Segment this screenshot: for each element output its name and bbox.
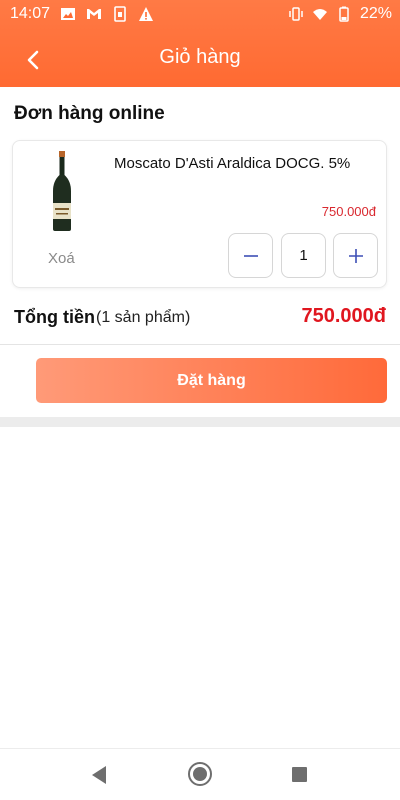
place-order-button[interactable]: Đặt hàng <box>36 358 387 403</box>
quantity-input[interactable]: 1 <box>281 233 326 278</box>
gmail-icon <box>87 9 101 19</box>
system-navigation-bar <box>0 748 400 800</box>
battery-percentage: 22% <box>359 5 392 22</box>
status-time: 14:07 <box>10 5 51 22</box>
section-title: Đơn hàng online <box>14 103 165 124</box>
delete-item-link[interactable]: Xoá <box>48 250 75 267</box>
nav-recents-icon[interactable] <box>291 766 308 783</box>
product-price: 750.000đ <box>321 204 376 219</box>
wine-bottle-image <box>53 151 71 231</box>
divider <box>0 344 400 345</box>
nav-home-icon[interactable] <box>187 761 213 787</box>
wifi-icon <box>312 9 327 20</box>
quantity-decrease-button[interactable] <box>228 233 273 278</box>
page-title: Giỏ hàng <box>159 46 241 68</box>
battery-icon <box>339 6 349 22</box>
plus-icon <box>348 248 363 263</box>
system-status: 22% <box>288 5 392 23</box>
alert-icon <box>139 7 153 21</box>
cart-item-card: Xoá Moscato D'Asti Araldica DOCG. 5% 750… <box>12 140 387 288</box>
total-item-count: (1 sản phẩm) <box>96 309 191 326</box>
notification-icons <box>60 6 154 22</box>
total-amount: 750.000đ <box>301 305 386 327</box>
app-header: 14:07 22% Giỏ hàng <box>0 0 400 87</box>
image-icon <box>61 8 75 20</box>
sim-icon <box>114 6 126 22</box>
section-separator <box>0 417 400 427</box>
nav-back-icon[interactable] <box>90 765 108 785</box>
total-label: Tổng tiền <box>14 307 95 327</box>
quantity-increase-button[interactable] <box>333 233 378 278</box>
product-name[interactable]: Moscato D'Asti Araldica DOCG. 5% <box>114 155 350 172</box>
status-bar: 14:07 22% <box>0 0 400 28</box>
vibrate-icon <box>289 7 303 21</box>
minus-icon <box>243 254 258 257</box>
